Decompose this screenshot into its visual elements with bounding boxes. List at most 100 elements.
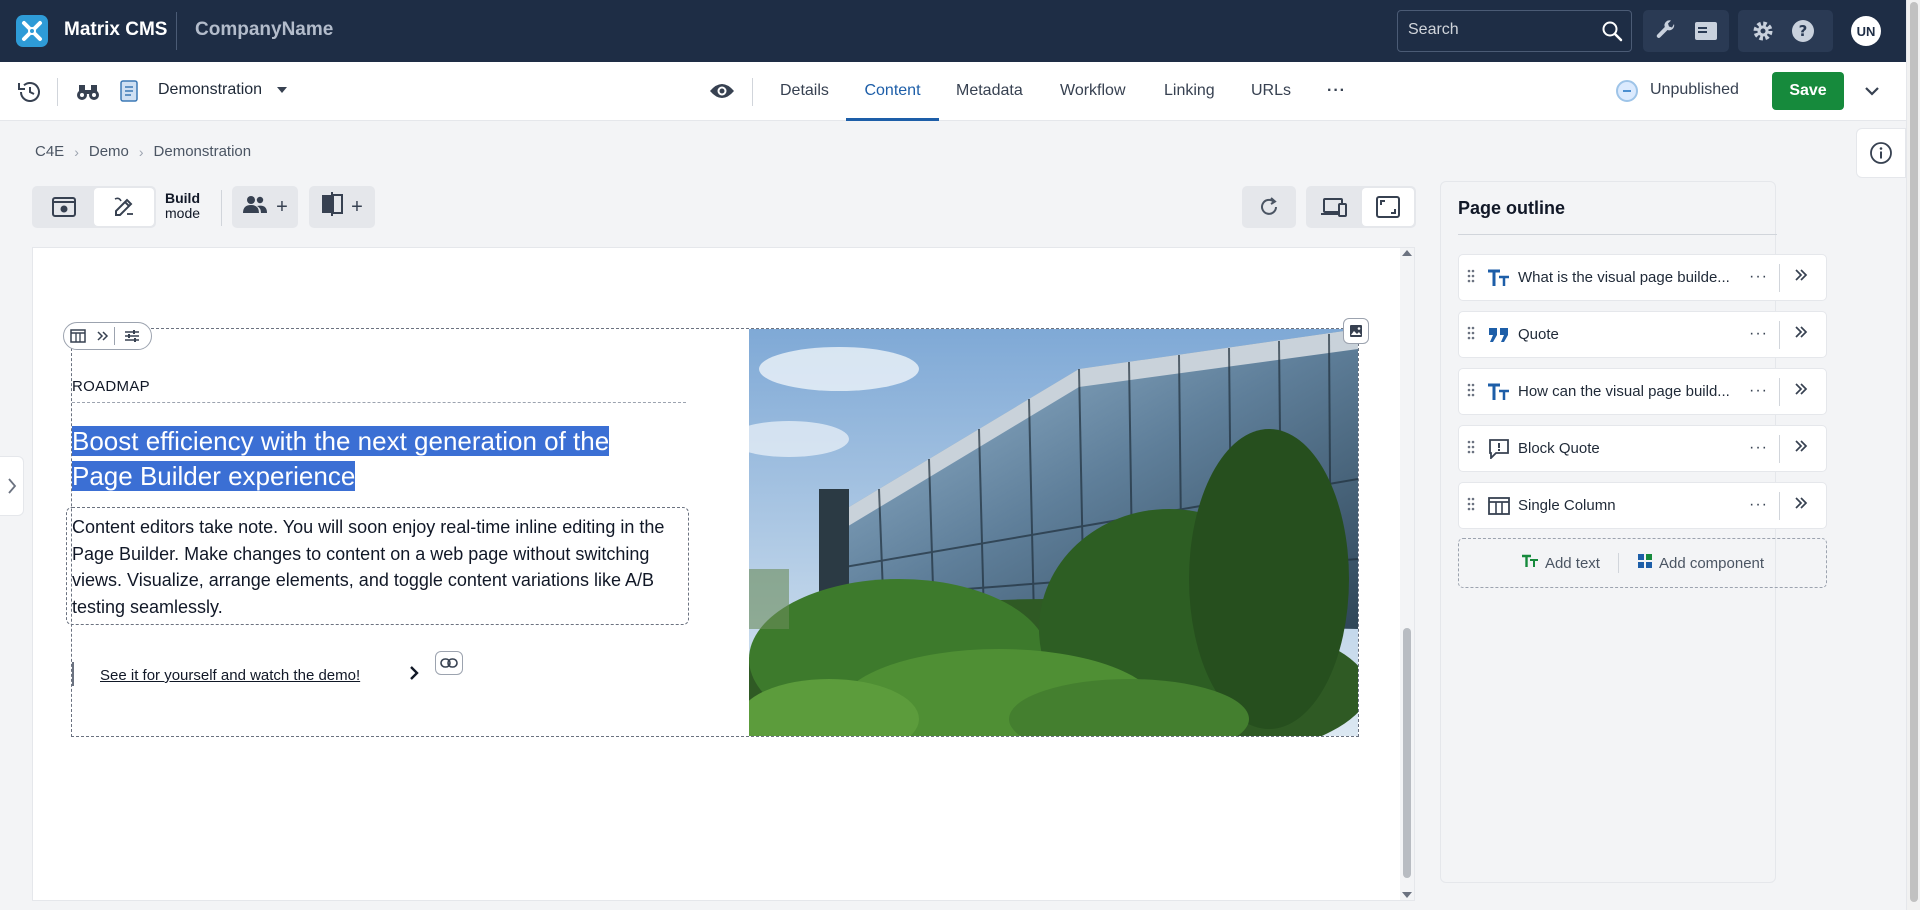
- drag-handle-icon[interactable]: [1467, 440, 1475, 459]
- preview-eye-icon[interactable]: [709, 82, 735, 100]
- gear-icon[interactable]: [1750, 18, 1776, 44]
- tab-content[interactable]: Content: [846, 62, 939, 121]
- page-scroll-thumb[interactable]: [1910, 2, 1918, 902]
- more-tabs-button[interactable]: ···: [1327, 62, 1346, 121]
- company-name[interactable]: CompanyName: [195, 19, 333, 41]
- help-icon[interactable]: ?: [1790, 18, 1816, 44]
- save-button[interactable]: Save: [1772, 72, 1844, 110]
- breadcrumb-item[interactable]: C4E: [35, 143, 64, 160]
- page-outline-panel: Page outline What is the visual page bui…: [1440, 181, 1827, 883]
- breadcrumb-item[interactable]: Demo: [89, 143, 129, 160]
- tab-linking[interactable]: Linking: [1164, 62, 1215, 121]
- more-options-button[interactable]: ···: [1749, 496, 1768, 514]
- cta-link[interactable]: See it for yourself and watch the demo!: [100, 667, 360, 684]
- toolbar-divider: [752, 78, 753, 106]
- tab-workflow[interactable]: Workflow: [1060, 62, 1126, 121]
- double-chevron-right-icon[interactable]: [92, 323, 114, 349]
- body-text[interactable]: Content editors take note. You will soon…: [72, 514, 684, 620]
- outline-item[interactable]: Block Quote ···: [1458, 425, 1827, 472]
- chevron-down-icon[interactable]: [1862, 81, 1882, 106]
- image-icon[interactable]: [1343, 318, 1369, 344]
- chevron-right-icon[interactable]: [0, 456, 24, 516]
- canvas-scroll-thumb[interactable]: [1403, 628, 1411, 878]
- panel-icon[interactable]: [1693, 18, 1719, 44]
- status-label[interactable]: Unpublished: [1650, 81, 1739, 99]
- fit-screen-icon[interactable]: [1362, 188, 1414, 226]
- plus-icon: +: [351, 195, 363, 218]
- more-options-button[interactable]: ···: [1749, 268, 1768, 286]
- topbar-divider: [176, 12, 177, 50]
- app-name[interactable]: Matrix CMS: [64, 19, 167, 41]
- tab-details[interactable]: Details: [780, 62, 829, 121]
- drag-handle-icon[interactable]: [1467, 497, 1475, 516]
- preview-mode-button[interactable]: [34, 188, 94, 226]
- headline[interactable]: Boost efficiency with the next generatio…: [72, 424, 702, 494]
- drag-handle-icon[interactable]: [1467, 326, 1475, 345]
- info-icon[interactable]: [1856, 128, 1906, 178]
- search-placeholder[interactable]: Search: [1408, 21, 1459, 39]
- outline-item-label: How can the visual page build...: [1518, 383, 1730, 400]
- drag-handle-icon[interactable]: [1467, 383, 1475, 402]
- asset-name-dropdown[interactable]: Demonstration: [158, 81, 262, 99]
- double-chevron-right-icon[interactable]: [1794, 382, 1808, 401]
- outline-item[interactable]: How can the visual page build... ···: [1458, 368, 1827, 415]
- matrix-logo-icon[interactable]: [16, 15, 48, 47]
- eyebrow-text[interactable]: ROADMAP: [72, 378, 150, 395]
- quote-icon: [1487, 324, 1511, 346]
- outline-item[interactable]: Quote ···: [1458, 311, 1827, 358]
- text-icon: [1487, 381, 1511, 403]
- add-component-button[interactable]: Add component: [1637, 553, 1764, 573]
- viewport-group: [1306, 186, 1416, 228]
- history-icon[interactable]: [16, 80, 42, 104]
- double-chevron-right-icon[interactable]: [1794, 439, 1808, 458]
- add-divider: [1617, 553, 1619, 573]
- add-text-button[interactable]: Add text: [1521, 554, 1600, 572]
- link-icon[interactable]: [435, 651, 463, 675]
- double-chevron-right-icon[interactable]: [1794, 325, 1808, 344]
- responsive-devices-icon[interactable]: [1308, 188, 1360, 226]
- breadcrumb-item[interactable]: Demonstration: [154, 143, 252, 160]
- outline-item-label: What is the visual page builde...: [1518, 269, 1730, 286]
- add-text-label: Add text: [1544, 554, 1600, 572]
- text-icon: [1487, 267, 1511, 289]
- outline-item[interactable]: What is the visual page builde... ···: [1458, 254, 1827, 301]
- cursor-caret: [72, 662, 74, 686]
- page-scrollbar[interactable]: [1906, 0, 1920, 910]
- scroll-down-icon[interactable]: [1402, 892, 1412, 898]
- variant-icon: [321, 192, 344, 222]
- more-options-button[interactable]: ···: [1749, 382, 1768, 400]
- double-chevron-right-icon[interactable]: [1794, 496, 1808, 515]
- sliders-icon[interactable]: [115, 323, 149, 349]
- item-divider: [1779, 321, 1780, 349]
- build-mode-button[interactable]: [94, 188, 154, 226]
- settings-group: ?: [1738, 10, 1833, 52]
- headline-line-1: Boost efficiency with the next generatio…: [72, 426, 610, 456]
- outline-divider: [1458, 234, 1777, 235]
- more-options-button[interactable]: ···: [1749, 325, 1768, 343]
- tab-metadata[interactable]: Metadata: [956, 62, 1023, 121]
- canvas-scrollbar[interactable]: [1400, 248, 1414, 900]
- item-divider: [1779, 492, 1780, 520]
- add-personalization-button[interactable]: +: [232, 186, 298, 228]
- block-quote-icon: [1487, 438, 1511, 460]
- user-avatar[interactable]: UN: [1851, 16, 1881, 46]
- building-image[interactable]: [749, 329, 1358, 736]
- tools-group: [1643, 10, 1729, 52]
- wrench-icon[interactable]: [1653, 18, 1679, 44]
- binoculars-icon[interactable]: [76, 82, 100, 102]
- item-divider: [1779, 264, 1780, 292]
- chevron-right-icon: [408, 665, 420, 686]
- drag-handle-icon[interactable]: [1467, 269, 1475, 288]
- refresh-icon[interactable]: [1242, 188, 1296, 226]
- outline-item[interactable]: Single Column ···: [1458, 482, 1827, 529]
- chevron-down-icon[interactable]: [277, 87, 287, 93]
- scroll-up-icon[interactable]: [1402, 250, 1412, 256]
- double-chevron-right-icon[interactable]: [1794, 268, 1808, 287]
- more-options-button[interactable]: ···: [1749, 439, 1768, 457]
- search-box[interactable]: Search: [1397, 10, 1632, 52]
- search-icon[interactable]: [1601, 20, 1623, 47]
- columns-icon[interactable]: [64, 323, 92, 349]
- tab-urls[interactable]: URLs: [1251, 62, 1291, 121]
- add-variant-button[interactable]: +: [309, 186, 375, 228]
- item-divider: [1779, 378, 1780, 406]
